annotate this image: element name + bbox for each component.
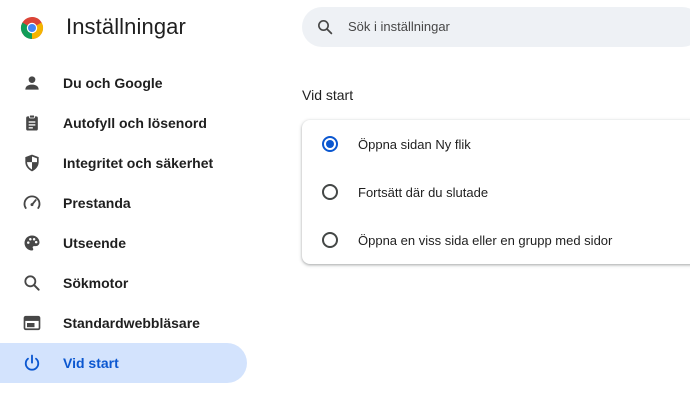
clipboard-icon xyxy=(26,114,38,131)
sidebar-item-label: Du och Google xyxy=(63,75,163,91)
option-new-tab[interactable]: Öppna sidan Ny flik xyxy=(302,120,690,168)
browser-icon xyxy=(23,315,41,331)
option-continue[interactable]: Fortsätt där du slutade xyxy=(302,168,690,216)
radio-button[interactable] xyxy=(322,232,338,248)
radio-button-checked[interactable] xyxy=(322,136,338,152)
shield-icon xyxy=(25,154,39,172)
search-icon xyxy=(318,20,333,35)
option-label: Fortsätt där du slutade xyxy=(358,185,489,200)
sidebar-item-label: Integritet och säkerhet xyxy=(63,155,214,171)
option-specific-pages[interactable]: Öppna en viss sida eller en grupp med si… xyxy=(302,216,690,264)
chrome-logo-icon xyxy=(20,17,44,39)
search-input[interactable]: Sök i inställningar xyxy=(302,7,690,47)
search-placeholder: Sök i inställningar xyxy=(348,19,450,34)
radio-button[interactable] xyxy=(322,184,338,200)
sidebar-item-label: Vid start xyxy=(63,355,119,371)
sidebar-item-label: Sökmotor xyxy=(63,275,129,291)
startup-options-card: Öppna sidan Ny flik Fortsätt där du slut… xyxy=(302,120,690,264)
sidebar-item-prestanda[interactable]: Prestanda xyxy=(0,183,247,223)
sidebar-item-label: Standardwebbläsare xyxy=(63,315,200,331)
sidebar: Du och Google Autofyll och lösenord Inte… xyxy=(0,63,250,383)
section-title: Vid start xyxy=(302,87,354,103)
page-title: Inställningar xyxy=(66,14,186,39)
sidebar-item-label: Utseende xyxy=(63,235,127,251)
sidebar-item-sokmotor[interactable]: Sökmotor xyxy=(0,263,247,303)
sidebar-item-integritet[interactable]: Integritet och säkerhet xyxy=(0,143,247,183)
search-icon xyxy=(24,275,40,291)
sidebar-item-utseende[interactable]: Utseende xyxy=(0,223,247,263)
option-label: Öppna sidan Ny flik xyxy=(358,137,471,152)
palette-icon xyxy=(24,235,40,251)
sidebar-item-label: Autofyll och lösenord xyxy=(63,115,207,131)
power-icon xyxy=(24,354,40,371)
sidebar-item-standardwebblasare[interactable]: Standardwebbläsare xyxy=(0,303,247,343)
sidebar-item-autofyll[interactable]: Autofyll och lösenord xyxy=(0,103,247,143)
sidebar-item-vid-start[interactable]: Vid start xyxy=(0,343,247,383)
speedometer-icon xyxy=(23,195,41,209)
option-label: Öppna en viss sida eller en grupp med si… xyxy=(358,233,613,248)
sidebar-item-du-och-google[interactable]: Du och Google xyxy=(0,63,247,103)
sidebar-item-label: Prestanda xyxy=(63,195,131,211)
person-icon xyxy=(25,76,39,90)
